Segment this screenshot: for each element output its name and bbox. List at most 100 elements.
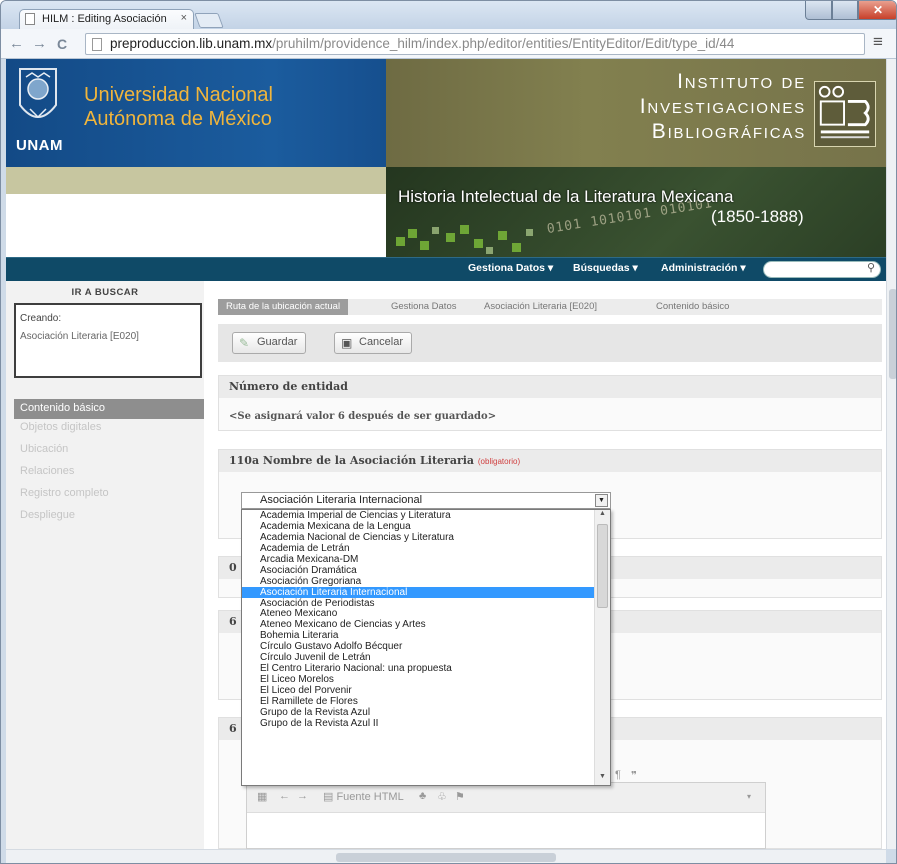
page-vertical-scroll-thumb[interactable] bbox=[889, 289, 896, 379]
editor-toolbar: ▦ ← → ▤ Fuente HTML ♣ ♧ ⚑ ¶ ❞ ▾ bbox=[247, 769, 765, 813]
find-icon[interactable]: ♣ bbox=[419, 790, 426, 802]
close-tab-icon[interactable]: × bbox=[181, 12, 187, 24]
dropdown-option[interactable]: Círculo Juvenil de Letrán bbox=[242, 652, 596, 663]
chevron-down-icon[interactable]: ▼ bbox=[595, 494, 608, 507]
breadcrumb-current-path: Ruta de la ubicación actual bbox=[218, 299, 349, 315]
source-html-label: Fuente HTML bbox=[336, 791, 404, 803]
select-dropdown[interactable]: Academia Imperial de Ciencias y Literatu… bbox=[241, 509, 611, 786]
main-navbar: Gestiona Datos ▾ Búsquedas ▾ Administrac… bbox=[6, 257, 886, 281]
document-icon bbox=[92, 38, 102, 51]
dropdown-option[interactable]: Asociación Literaria Internacional bbox=[242, 586, 596, 598]
save-icon: ✎ bbox=[239, 336, 250, 350]
dropdown-option[interactable]: El Centro Literario Nacional: una propue… bbox=[242, 663, 596, 674]
breadcrumb-gestiona-datos[interactable]: Gestiona Datos bbox=[383, 299, 464, 315]
replace-icon[interactable]: ♧ bbox=[437, 790, 447, 803]
entity-number-note: <Se asignará valor 6 después de ser guar… bbox=[229, 411, 497, 422]
dropdown-option[interactable]: Academia Imperial de Ciencias y Literatu… bbox=[242, 510, 596, 521]
action-bar: ✎ Guardar ▣ Cancelar bbox=[218, 324, 882, 362]
search-icon[interactable]: ⚲ bbox=[867, 261, 875, 274]
search-input[interactable]: ⚲ bbox=[763, 261, 881, 278]
redo-icon[interactable]: → bbox=[297, 790, 308, 802]
undo-icon[interactable]: ← bbox=[279, 790, 290, 802]
editor-expand-icon[interactable]: ▾ bbox=[747, 792, 751, 801]
dropdown-option[interactable]: Asociación de Periodistas bbox=[242, 598, 596, 609]
minimize-button[interactable] bbox=[805, 1, 832, 20]
address-bar[interactable]: preproduccion.lib.unam.mx/pruhilm/provid… bbox=[85, 33, 865, 55]
scroll-up-icon[interactable]: ▲ bbox=[595, 510, 610, 522]
title-bar: HILM : Editing Asociación × ✕ bbox=[1, 1, 896, 30]
dropdown-option[interactable]: Ateneo Mexicano bbox=[242, 608, 596, 619]
save-label: Guardar bbox=[257, 336, 298, 348]
creating-box: Creando: Asociación Literaria [E020] bbox=[14, 303, 202, 378]
special-char-icon[interactable]: ¶ bbox=[615, 769, 621, 781]
dropdown-option[interactable]: El Liceo del Porvenir bbox=[242, 685, 596, 696]
dropdown-option[interactable]: Academia Nacional de Ciencias y Literatu… bbox=[242, 532, 596, 543]
nav-administracion[interactable]: Administración ▾ bbox=[661, 262, 746, 274]
new-tab-button[interactable] bbox=[194, 13, 224, 28]
asociacion-select[interactable]: Asociación Literaria Internacional ▼ bbox=[241, 492, 611, 509]
back-icon[interactable]: ← bbox=[9, 35, 24, 52]
nav-gestiona-datos[interactable]: Gestiona Datos ▾ bbox=[468, 262, 553, 274]
institute-name: Instituto de Investigaciones Bibliográfi… bbox=[406, 69, 806, 144]
browser-toolbar: ← → C preproduccion.lib.unam.mx/pruhilm/… bbox=[1, 29, 896, 59]
dropdown-option[interactable]: Grupo de la Revista Azul II bbox=[242, 718, 596, 729]
dropdown-option[interactable]: El Liceo Morelos bbox=[242, 674, 596, 685]
dropdown-option[interactable]: Bohemia Literaria bbox=[242, 630, 596, 641]
dropdown-option[interactable]: El Ramillete de Flores bbox=[242, 696, 596, 707]
dropdown-scroll-thumb[interactable] bbox=[597, 524, 608, 608]
dropdown-option[interactable]: Arcadia Mexicana-DM bbox=[242, 554, 596, 565]
url-host: preproduccion.lib.unam.mx bbox=[110, 36, 273, 51]
save-button[interactable]: ✎ Guardar bbox=[232, 332, 307, 354]
dropdown-option[interactable]: Academia de Letrán bbox=[242, 543, 596, 554]
dropdown-scrollbar[interactable]: ▲ ▼ bbox=[594, 510, 610, 785]
forward-icon[interactable]: → bbox=[32, 35, 47, 52]
breadcrumb: Ruta de la ubicación actual Gestiona Dat… bbox=[218, 299, 882, 315]
source-html-button[interactable]: ▤ Fuente HTML bbox=[323, 790, 404, 803]
breadcrumb-contenido-basico[interactable]: Contenido básico bbox=[648, 299, 737, 315]
dropdown-option[interactable]: Grupo de la Revista Azul bbox=[242, 707, 596, 718]
browser-tab[interactable]: HILM : Editing Asociación × bbox=[19, 9, 194, 30]
name-heading: 110a Nombre de la Asociación Literaria (… bbox=[219, 450, 881, 472]
reload-icon[interactable]: C bbox=[57, 36, 67, 52]
table-icon[interactable]: ▦ bbox=[257, 790, 267, 803]
project-years: (1850-1888) bbox=[711, 207, 804, 226]
dropdown-option[interactable]: Asociación Gregoriana bbox=[242, 576, 596, 587]
nav-busquedas[interactable]: Búsquedas ▾ bbox=[573, 262, 638, 274]
rich-text-editor[interactable]: ▦ ← → ▤ Fuente HTML ♣ ♧ ⚑ ¶ ❞ ▾ bbox=[246, 769, 766, 849]
quote-icon[interactable]: ❞ bbox=[631, 769, 637, 782]
page-icon bbox=[25, 13, 35, 25]
sidebar-item-ubicacion[interactable]: Ubicación bbox=[14, 440, 204, 460]
cancel-icon: ▣ bbox=[341, 336, 353, 350]
name-label: 110a Nombre de la Asociación Literaria bbox=[229, 454, 475, 467]
dropdown-option[interactable]: Ateneo Mexicano de Ciencias y Artes bbox=[242, 619, 596, 630]
flag-icon[interactable]: ⚑ bbox=[455, 790, 465, 803]
breadcrumb-asociacion[interactable]: Asociación Literaria [E020] bbox=[476, 299, 605, 315]
url-path: /pruhilm/providence_hilm/index.php/edito… bbox=[272, 36, 735, 51]
page-viewport: UNAM Universidad Nacional Autónoma de Mé… bbox=[6, 59, 886, 849]
sidebar-item-relaciones[interactable]: Relaciones bbox=[14, 462, 204, 482]
dropdown-option[interactable]: Academia Mexicana de la Lengua bbox=[242, 521, 596, 532]
maximize-button[interactable] bbox=[832, 1, 858, 20]
institute-line-1: Instituto de bbox=[677, 70, 806, 93]
header-strip bbox=[6, 167, 386, 194]
source-html-icon: ▤ bbox=[323, 791, 337, 803]
cancel-button[interactable]: ▣ Cancelar bbox=[334, 332, 413, 354]
scroll-down-icon[interactable]: ▼ bbox=[595, 773, 610, 785]
project-title: Historia Intelectual de la Literatura Me… bbox=[398, 187, 734, 206]
dropdown-option[interactable]: Círculo Gustavo Adolfo Bécquer bbox=[242, 641, 596, 652]
sidebar-item-contenido-basico[interactable]: Contenido básico bbox=[14, 399, 204, 419]
sidebar-item-objetos-digitales[interactable]: Objetos digitales bbox=[14, 418, 204, 438]
menu-icon[interactable]: ≡ bbox=[873, 32, 883, 52]
page-vertical-scrollbar[interactable] bbox=[886, 59, 896, 849]
page-horizontal-scrollbar[interactable] bbox=[6, 849, 886, 863]
close-window-button[interactable]: ✕ bbox=[858, 1, 896, 20]
ir-a-buscar-link[interactable]: IR A BUSCAR bbox=[6, 287, 204, 298]
page-horizontal-scroll-thumb[interactable] bbox=[336, 853, 556, 862]
dropdown-option[interactable]: Asociación Dramática bbox=[242, 565, 596, 576]
sidebar-item-registro-completo[interactable]: Registro completo bbox=[14, 484, 204, 504]
select-value: Asociación Literaria Internacional bbox=[260, 494, 423, 506]
required-note: (obligatorio) bbox=[477, 457, 521, 466]
sidebar-item-despliegue[interactable]: Despliegue bbox=[14, 506, 204, 526]
iib-logo-icon bbox=[814, 81, 876, 147]
institute-line-3: Bibliográficas bbox=[651, 120, 806, 143]
